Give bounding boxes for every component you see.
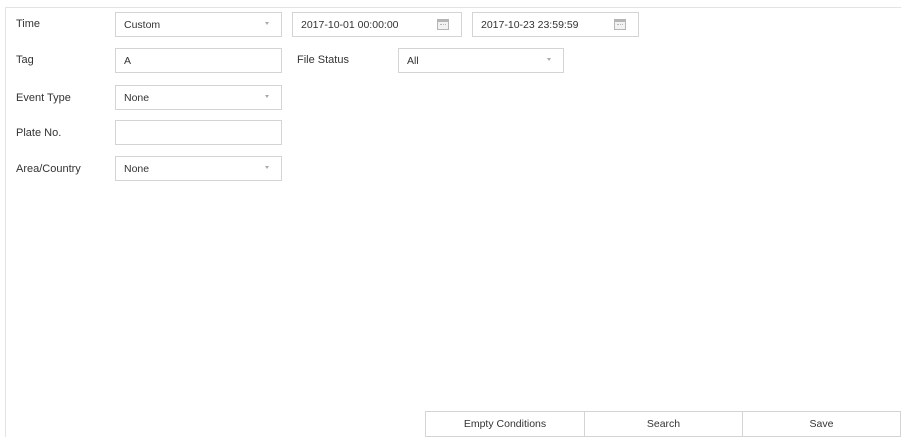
end-time-field[interactable]: 2017-10-23 23:59:59: [472, 12, 639, 37]
start-time-field[interactable]: 2017-10-01 00:00:00: [292, 12, 462, 37]
chevron-down-icon: [265, 22, 269, 25]
calendar-icon[interactable]: [614, 19, 626, 30]
event-type-value: None: [124, 92, 150, 104]
chevron-down-icon: [265, 166, 269, 169]
file-status-value: All: [407, 55, 419, 67]
panel-divider: [5, 7, 6, 437]
tag-input[interactable]: A: [115, 48, 282, 73]
calendar-icon[interactable]: [437, 19, 449, 30]
time-label: Time: [16, 18, 41, 30]
plate-no-input[interactable]: [115, 120, 282, 145]
action-button-bar: Empty Conditions Search Save: [425, 411, 901, 437]
time-mode-value: Custom: [124, 19, 161, 31]
save-button[interactable]: Save: [743, 411, 901, 437]
search-button[interactable]: Search: [585, 411, 743, 437]
file-status-label: File Status: [297, 54, 349, 66]
tag-label: Tag: [16, 54, 34, 66]
end-time-value: 2017-10-23 23:59:59: [481, 19, 579, 31]
start-time-value: 2017-10-01 00:00:00: [301, 19, 399, 31]
plate-no-label: Plate No.: [16, 127, 62, 139]
file-status-dropdown[interactable]: All: [398, 48, 564, 73]
area-country-value: None: [124, 163, 150, 175]
area-country-label: Area/Country: [16, 163, 81, 175]
chevron-down-icon: [265, 95, 269, 98]
empty-conditions-button[interactable]: Empty Conditions: [425, 411, 585, 437]
tag-value: A: [124, 55, 132, 67]
event-type-dropdown[interactable]: None: [115, 85, 282, 110]
area-country-dropdown[interactable]: None: [115, 156, 282, 181]
chevron-down-icon: [547, 58, 551, 61]
time-mode-dropdown[interactable]: Custom: [115, 12, 282, 37]
event-type-label: Event Type: [16, 92, 71, 104]
